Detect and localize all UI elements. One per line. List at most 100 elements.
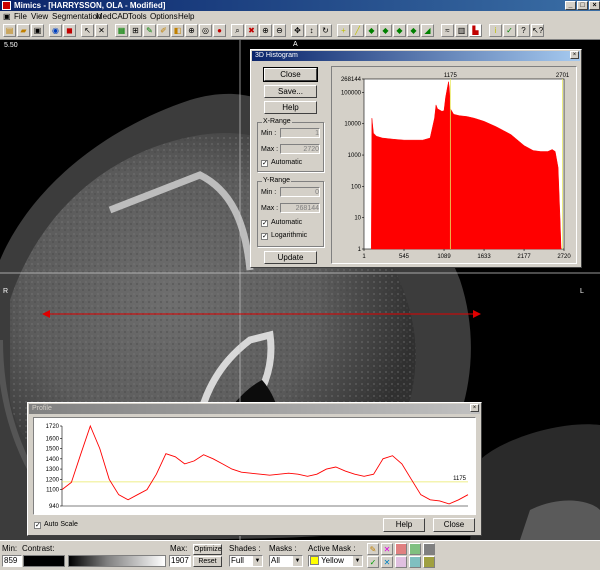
mask-tool-icon[interactable]: ✎: [367, 543, 379, 555]
profile-help-button[interactable]: Help: [383, 518, 425, 532]
crosshair-icon[interactable]: ✕: [95, 24, 108, 37]
profile-close-icon[interactable]: ×: [470, 404, 479, 412]
mask-teal-icon[interactable]: [409, 556, 421, 568]
histogram-close-icon[interactable]: ×: [570, 51, 579, 59]
x-automatic-checkbox[interactable]: ✓: [261, 160, 268, 167]
orientation-right-label: L: [580, 288, 584, 295]
angle-icon[interactable]: ◆: [393, 24, 406, 37]
export-icon[interactable]: ◼: [63, 24, 76, 37]
ruler-icon[interactable]: ╱: [351, 24, 364, 37]
histogram-icon[interactable]: ▙: [469, 24, 482, 37]
move-icon[interactable]: ↕: [305, 24, 318, 37]
profile-line-icon[interactable]: ≈: [441, 24, 454, 37]
profile-close-button[interactable]: Close: [433, 518, 475, 532]
histogram-save-button[interactable]: Save...: [264, 85, 317, 98]
draw-icon[interactable]: ✎: [143, 24, 156, 37]
min-field[interactable]: 859: [2, 555, 22, 567]
pointer-icon[interactable]: ↖: [81, 24, 94, 37]
menu-file[interactable]: File: [14, 11, 27, 22]
contrast-gradient-bar[interactable]: [68, 555, 166, 567]
calculate-3d-icon[interactable]: ◎: [199, 24, 212, 37]
mask-color-icon: [310, 556, 319, 566]
shades-dropdown-arrow-icon[interactable]: ▼: [253, 556, 262, 566]
tools-icon[interactable]: ✓: [503, 24, 516, 37]
doc-menu-icon[interactable]: ▣: [3, 11, 11, 22]
x-min-field[interactable]: 1: [280, 128, 320, 138]
shades-label: Shades :: [229, 544, 261, 553]
import-icon[interactable]: ◉: [49, 24, 62, 37]
profile-y-tick-label: 1300: [46, 467, 60, 473]
menu-options[interactable]: Options: [150, 11, 178, 22]
mask-pink-icon[interactable]: [395, 556, 407, 568]
x-max-field[interactable]: 2720: [280, 144, 320, 154]
zoom-out-icon[interactable]: ⊖: [273, 24, 286, 37]
y-logarithmic-checkbox[interactable]: ✓: [261, 233, 268, 240]
edit-masks-icon[interactable]: ✐: [157, 24, 170, 37]
mask-olive-icon[interactable]: [423, 556, 435, 568]
menu-tools[interactable]: Tools: [128, 11, 147, 22]
mask-gray-icon[interactable]: [423, 543, 435, 555]
fill-icon[interactable]: ◧: [171, 24, 184, 37]
masks-dropdown-arrow-icon[interactable]: ▼: [293, 556, 302, 566]
menu-medcad[interactable]: MedCAD: [96, 11, 128, 22]
max-field[interactable]: 1907: [169, 555, 191, 567]
region-grow-icon[interactable]: ⊞: [129, 24, 142, 37]
menu-help[interactable]: Help: [178, 11, 194, 22]
rotate-icon[interactable]: ↻: [319, 24, 332, 37]
circle-icon[interactable]: ◆: [407, 24, 420, 37]
active-mask-label: Active Mask :: [308, 544, 356, 553]
mask-check-icon[interactable]: ✓: [367, 556, 379, 568]
profile-y-tick-label: 1100: [46, 488, 60, 494]
boolean-icon[interactable]: ⊕: [185, 24, 198, 37]
minimize-button[interactable]: _: [565, 1, 576, 10]
menu-view[interactable]: View: [31, 11, 48, 22]
menu-segmentation[interactable]: Segmentation: [52, 11, 101, 22]
profile-chart: 940 1100 1200 1300 1400 1500 1600 1720 1175: [46, 424, 469, 510]
masks-select[interactable]: All ▼: [269, 555, 303, 567]
optimize-button[interactable]: Optimize: [193, 544, 222, 555]
zoom-icon[interactable]: ⌕: [231, 24, 244, 37]
min-label: Min:: [2, 544, 18, 553]
open-folder-icon[interactable]: ▰: [17, 24, 30, 37]
histogram-y-tick-label: 100: [351, 184, 362, 190]
shades-select[interactable]: Full ▼: [229, 555, 263, 567]
histogram-close-button[interactable]: Close: [263, 67, 318, 82]
mask-edit-icon[interactable]: ✕: [381, 543, 393, 555]
save-icon[interactable]: ▣: [31, 24, 44, 37]
point-icon[interactable]: ◆: [365, 24, 378, 37]
active-mask-select[interactable]: Yellow ▼: [308, 555, 363, 567]
info-icon[interactable]: i: [489, 24, 502, 37]
window-title: Mimics - [HARRYSSON, OLA - Modified]: [14, 1, 166, 10]
thresholding-icon[interactable]: ▦: [115, 24, 128, 37]
max-label: Max:: [170, 544, 188, 553]
auto-scale-checkbox[interactable]: ✓: [34, 522, 41, 529]
line-icon[interactable]: ◆: [379, 24, 392, 37]
y-automatic-checkbox[interactable]: ✓: [261, 220, 268, 227]
histogram-x-tick-label: 2720: [557, 254, 571, 260]
new-icon[interactable]: ▤: [3, 24, 16, 37]
histogram-x-tick-label: 1089: [437, 254, 451, 260]
spline-icon[interactable]: ◢: [421, 24, 434, 37]
record-icon[interactable]: ●: [213, 24, 226, 37]
maximize-button[interactable]: □: [577, 1, 588, 10]
mask-green-icon[interactable]: [409, 543, 421, 555]
measure-icon[interactable]: +: [337, 24, 350, 37]
histogram-help-button[interactable]: Help: [264, 101, 317, 114]
zoom-in-icon[interactable]: ⊕: [259, 24, 272, 37]
pan-icon[interactable]: ✥: [291, 24, 304, 37]
close-window-button[interactable]: ×: [589, 1, 600, 10]
help-icon[interactable]: ?: [517, 24, 530, 37]
density-icon[interactable]: ▥: [455, 24, 468, 37]
zoom-cancel-icon[interactable]: ✖: [245, 24, 258, 37]
reset-button[interactable]: Reset: [193, 556, 222, 567]
y-min-field[interactable]: 0: [280, 187, 320, 197]
x-max-label: Max :: [261, 146, 279, 153]
mask-cross-icon[interactable]: ✕: [381, 556, 393, 568]
y-max-field[interactable]: 268144: [280, 203, 320, 213]
menu-bar: ▣ File View Segmentation MedCAD Tools Op…: [0, 11, 600, 22]
mask-red-icon[interactable]: [395, 543, 407, 555]
context-help-icon[interactable]: ↖?: [531, 24, 544, 37]
histogram-update-button[interactable]: Update: [264, 251, 317, 264]
active-mask-dropdown-arrow-icon[interactable]: ▼: [353, 556, 362, 566]
histogram-title: 3D Histogram: [252, 51, 580, 61]
